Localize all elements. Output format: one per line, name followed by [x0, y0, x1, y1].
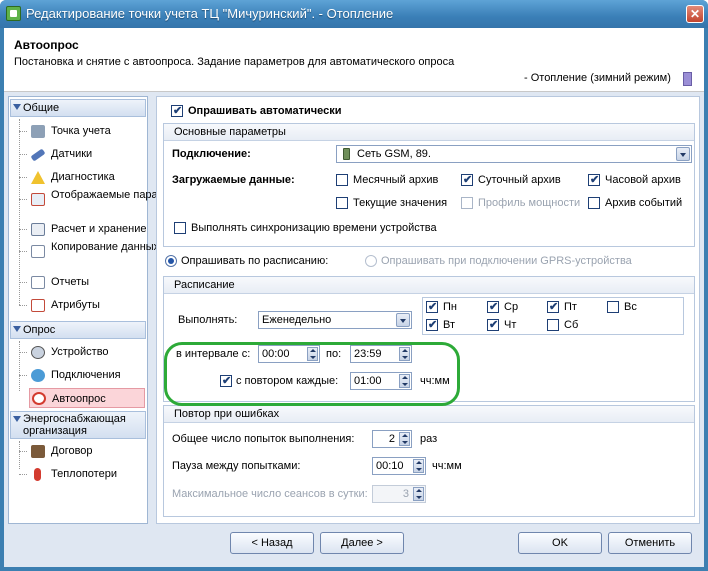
checklist-icon: [31, 193, 45, 206]
spinner-icon[interactable]: [413, 459, 424, 473]
auto-poll-label: Опрашивать автоматически: [188, 105, 342, 117]
copy-icon: [31, 245, 45, 258]
day-sat-checkbox[interactable]: [547, 319, 559, 331]
cancel-button[interactable]: Отменить: [608, 532, 692, 554]
monthly-archive-checkbox[interactable]: [336, 174, 348, 186]
network-icon: [31, 369, 45, 382]
day-mon-label: Пн: [443, 301, 457, 313]
dialog-client: Автоопрос Постановка и снятие с автоопро…: [4, 28, 704, 567]
next-button[interactable]: Далее >: [320, 532, 404, 554]
attempts-label: Общее число попыток выполнения:: [172, 433, 355, 445]
events-archive-label: Архив событий: [605, 197, 683, 209]
content-panel: Опрашивать автоматически Основные параме…: [156, 96, 700, 524]
day-tue-checkbox[interactable]: [426, 318, 438, 331]
pause-input[interactable]: 00:10: [372, 457, 426, 475]
power-profile-checkbox[interactable]: [461, 197, 473, 209]
ok-button[interactable]: OK: [518, 532, 602, 554]
day-tue-label: Вт: [443, 319, 456, 331]
window-title: Редактирование точки учета ТЦ "Мичуринск…: [26, 6, 394, 21]
current-values-label: Текущие значения: [353, 197, 448, 209]
attempts-unit: раз: [420, 433, 438, 445]
frequency-select[interactable]: Еженедельно: [258, 311, 412, 329]
day-fri-checkbox[interactable]: [547, 300, 559, 313]
day-fri-label: Пт: [564, 301, 577, 313]
day-sat-label: Сб: [564, 319, 579, 331]
pencil-icon: [30, 148, 46, 162]
nav-group-supplier[interactable]: Энергоснабжающая организация: [10, 411, 146, 439]
collapse-arrow-icon: [13, 416, 21, 422]
daily-archive-label: Суточный архив: [478, 174, 561, 186]
dialog-body: Общие Точка учета Датчики Диагностика От…: [4, 92, 704, 528]
hourly-archive-checkbox[interactable]: [588, 173, 600, 186]
auto-poll-checkbox[interactable]: [171, 104, 183, 117]
pause-label: Пауза между попытками:: [172, 460, 301, 472]
basic-params-title: Основные параметры: [164, 124, 694, 141]
phone-icon: [343, 148, 350, 160]
contract-icon: [31, 445, 45, 458]
attempts-input[interactable]: 2: [372, 430, 412, 448]
retry-title: Повтор при ошибках: [164, 406, 694, 423]
schedule-title: Расписание: [164, 277, 694, 294]
data-types-label: Загружаемые данные:: [172, 174, 295, 186]
current-values-checkbox[interactable]: [336, 197, 348, 209]
sidebar-nav: Общие Точка учета Датчики Диагностика От…: [8, 96, 190, 524]
chevron-down-icon[interactable]: [396, 313, 410, 327]
chevron-down-icon[interactable]: [676, 147, 690, 161]
daily-archive-checkbox[interactable]: [461, 173, 473, 186]
pause-unit: чч:мм: [432, 460, 462, 472]
back-button[interactable]: < Назад: [230, 532, 314, 554]
connection-select[interactable]: Сеть GSM, 89.: [336, 145, 692, 163]
day-sun-checkbox[interactable]: [607, 301, 619, 313]
max-sessions-label: Максимальное число сеансов в сутки:: [172, 488, 368, 500]
day-wed-label: Ср: [504, 301, 519, 313]
nav-group-poll[interactable]: Опрос: [10, 321, 146, 339]
collapse-arrow-icon: [13, 104, 21, 110]
thermometer-icon: [683, 72, 692, 86]
time-sync-label: Выполнять синхронизацию времени устройст…: [191, 222, 437, 234]
power-profile-label: Профиль мощности: [478, 197, 581, 209]
warning-icon: [31, 171, 45, 184]
gprs-radio[interactable]: [365, 255, 377, 267]
schedule-radio[interactable]: [165, 255, 177, 267]
gprs-radio-label: Опрашивать при подключении GPRS-устройст…: [381, 255, 632, 267]
day-wed-checkbox[interactable]: [487, 300, 499, 313]
day-mon-checkbox[interactable]: [426, 300, 438, 313]
calculator-icon: [31, 223, 45, 236]
thermometer-icon: [34, 468, 41, 481]
schedule-radio-label: Опрашивать по расписанию:: [181, 255, 329, 267]
hourly-archive-label: Часовой архив: [605, 174, 681, 186]
basic-params-group: Основные параметры Подключение: Сеть GSM…: [163, 123, 695, 247]
page-subtitle: Постановка и снятие с автоопроса. Задани…: [14, 56, 455, 68]
highlight-outline: [164, 342, 460, 406]
dialog-window: Редактирование точки учета ТЦ "Мичуринск…: [0, 0, 708, 571]
day-thu-checkbox[interactable]: [487, 318, 499, 331]
retry-group: Повтор при ошибках Общее число попыток в…: [163, 405, 695, 517]
spinner-icon[interactable]: [399, 432, 410, 446]
mode-label: - Отопление (зимний режим): [524, 72, 671, 84]
meter-icon: [31, 125, 45, 138]
execute-label: Выполнять:: [178, 314, 238, 326]
page-header: Автоопрос Постановка и снятие с автоопро…: [4, 28, 704, 92]
events-archive-checkbox[interactable]: [588, 197, 600, 209]
connection-label: Подключение:: [172, 148, 251, 160]
monthly-archive-label: Месячный архив: [353, 174, 439, 186]
button-bar: < Назад Далее > OK Отменить: [4, 528, 704, 567]
time-sync-checkbox[interactable]: [174, 222, 186, 234]
close-button[interactable]: ✕: [686, 5, 704, 23]
title-bar: Редактирование точки учета ТЦ "Мичуринск…: [0, 0, 708, 28]
weekdays-box: Пн Ср Пт Вс Вт Чт Сб: [422, 297, 684, 335]
spinner-icon[interactable]: [413, 487, 424, 501]
day-sun-label: Вс: [624, 301, 637, 313]
nav-item-autopoll[interactable]: Автоопрос: [29, 388, 145, 408]
app-icon: [6, 6, 21, 21]
nav-group-general[interactable]: Общие: [10, 99, 146, 117]
alarm-clock-icon: [32, 392, 46, 405]
day-thu-label: Чт: [504, 319, 517, 331]
collapse-arrow-icon: [13, 326, 21, 332]
report-icon: [31, 276, 45, 289]
gauge-icon: [31, 346, 45, 359]
page-title: Автоопрос: [14, 38, 79, 52]
max-sessions-input[interactable]: 3: [372, 485, 426, 503]
attributes-icon: [31, 299, 45, 312]
